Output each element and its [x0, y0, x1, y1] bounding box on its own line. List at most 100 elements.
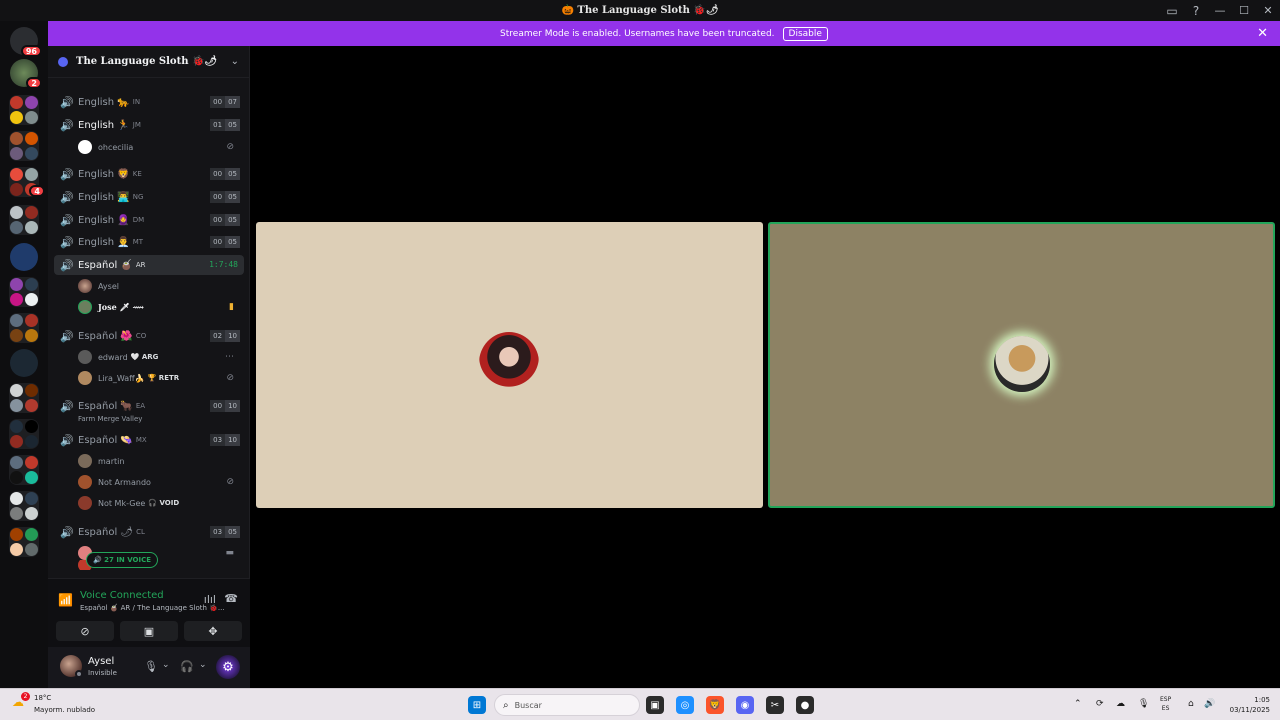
in-voice-pill[interactable]: 🔊 27 IN VOICE	[86, 552, 158, 568]
server-icon[interactable]	[10, 183, 23, 196]
server-icon[interactable]	[25, 384, 38, 397]
discord-icon[interactable]: ◉	[736, 696, 754, 714]
server-icon[interactable]	[25, 492, 38, 505]
voice-user[interactable]: Lira_Waff🍌 🏆 RETR ⊘	[78, 369, 242, 387]
server-icon[interactable]	[10, 456, 23, 469]
server-folder[interactable]	[9, 277, 39, 307]
voice-user[interactable]: Not Armando ⊘	[78, 473, 242, 491]
server-icon[interactable]	[10, 471, 23, 484]
voice-channel[interactable]: 🔊 Español 🌺 CO 02 10	[54, 326, 244, 346]
app-icon[interactable]: ●	[796, 696, 814, 714]
task-view-icon[interactable]: ▣	[646, 696, 664, 714]
chevron-down-icon[interactable]: ⌄	[231, 56, 239, 67]
server-icon[interactable]	[10, 492, 23, 505]
snipping-tool-icon[interactable]: ✂	[766, 696, 784, 714]
server-icon[interactable]: 2	[10, 59, 42, 89]
voice-user[interactable]: ohcecilia ⊘	[78, 138, 242, 156]
voice-channel-active[interactable]: 🔊 Español 🧉 AR 1:7:48	[54, 255, 244, 275]
server-icon[interactable]	[25, 420, 38, 433]
chevron-down-icon[interactable]: ⌄	[199, 660, 207, 670]
microphone-icon[interactable]: 🎙	[1138, 699, 1149, 709]
voice-channel[interactable]: 🔊 Español 🐂 EA 00 10	[54, 396, 244, 416]
server-icon[interactable]	[25, 278, 38, 291]
signal-icon[interactable]: 📶	[58, 593, 73, 607]
server-icon[interactable]	[10, 278, 23, 291]
server-icon[interactable]	[10, 147, 23, 160]
disable-button[interactable]: Disable	[782, 26, 828, 41]
server-folder[interactable]	[9, 527, 39, 557]
user-name[interactable]: Aysel	[88, 656, 114, 667]
help-icon[interactable]: ?	[1184, 0, 1208, 21]
voice-channel[interactable]: 🔊 English 🐆 IN 00 07	[54, 92, 244, 112]
server-folder[interactable]	[9, 313, 39, 343]
server-icon[interactable]	[25, 168, 38, 181]
voice-user[interactable]: Not Mk-Gee 🎧 VOID	[78, 494, 242, 512]
server-icon[interactable]	[25, 543, 38, 556]
participant-tile-speaking[interactable]	[768, 222, 1275, 508]
noise-suppression-icon[interactable]: ılıl	[204, 593, 216, 606]
server-icon[interactable]	[25, 111, 38, 124]
voice-user[interactable]: Jose 🗡 ⟿ ▮	[78, 298, 242, 316]
disconnect-icon[interactable]: ☎	[224, 592, 238, 605]
server-icon[interactable]	[10, 543, 23, 556]
server-icon[interactable]	[10, 349, 38, 377]
server-icon[interactable]	[10, 314, 23, 327]
server-icon[interactable]	[25, 206, 38, 219]
server-folder[interactable]	[9, 95, 39, 125]
browser-icon[interactable]: ◎	[676, 696, 694, 714]
server-icon[interactable]	[25, 221, 38, 234]
server-folder[interactable]	[9, 205, 39, 235]
server-icon[interactable]	[10, 435, 23, 448]
server-icon[interactable]	[25, 147, 38, 160]
server-icon[interactable]	[10, 168, 23, 181]
server-icon[interactable]	[10, 528, 23, 541]
voice-user[interactable]: martin	[78, 452, 242, 470]
microphone-icon[interactable]: 🎙	[144, 660, 158, 673]
server-icon[interactable]	[25, 456, 38, 469]
server-icon[interactable]	[10, 399, 23, 412]
voice-channel[interactable]: 🔊 English 🏃 JM 01 05	[54, 115, 244, 135]
server-icon[interactable]	[10, 293, 23, 306]
server-icon[interactable]	[10, 96, 23, 109]
server-folder[interactable]	[9, 455, 39, 485]
onedrive-icon[interactable]: ☁	[1116, 699, 1125, 709]
weather-desc[interactable]: Mayorm. nublado	[34, 706, 95, 714]
server-icon[interactable]	[25, 435, 38, 448]
server-icon[interactable]	[25, 96, 38, 109]
inbox-icon[interactable]: ▭	[1160, 0, 1184, 21]
server-icon[interactable]	[10, 329, 23, 342]
server-icon[interactable]	[10, 243, 38, 271]
voice-user[interactable]: edward 🤍 ARG ⋯	[78, 348, 242, 366]
voice-channel[interactable]: 🔊 English 🧕 DM 00 05	[54, 210, 244, 230]
maximize-button[interactable]: ☐	[1232, 0, 1256, 21]
system-clock[interactable]: 1:05 03/11/2025	[1230, 695, 1270, 715]
server-icon[interactable]	[25, 329, 38, 342]
volume-icon[interactable]: 🔊	[1204, 699, 1215, 709]
camera-off-button[interactable]: ⊘	[56, 621, 114, 641]
start-button[interactable]: ⊞	[468, 696, 486, 714]
screen-share-button[interactable]: ▣	[120, 621, 178, 641]
server-folder[interactable]	[9, 383, 39, 413]
server-folder[interactable]	[9, 419, 39, 449]
network-icon[interactable]: ⌂	[1188, 699, 1194, 709]
server-icon[interactable]	[25, 132, 38, 145]
home-button[interactable]: 96	[10, 27, 42, 57]
weather-temp[interactable]: 18°C	[34, 694, 51, 702]
participant-tile[interactable]	[256, 222, 763, 508]
voice-connected-label[interactable]: Voice Connected	[80, 590, 164, 601]
voice-channel[interactable]: 🔊 Español 👒 MX 03 10	[54, 430, 244, 450]
server-icon[interactable]	[25, 293, 38, 306]
headphones-icon[interactable]: 🎧	[180, 660, 194, 673]
language-indicator[interactable]: ESP ES	[1160, 695, 1171, 713]
server-icon[interactable]	[10, 132, 23, 145]
voice-channel[interactable]: 🔊 Español 🌶 CL 03 05	[54, 522, 244, 542]
server-icon[interactable]	[25, 399, 38, 412]
server-header[interactable]: The Language Sloth 🐞🌶 ⌄	[48, 46, 249, 78]
server-folder[interactable]	[9, 491, 39, 521]
voice-channel[interactable]: 🔊 English 👨‍💼 MT 00 05	[54, 232, 244, 252]
banner-close-icon[interactable]: ✕	[1257, 26, 1268, 41]
server-icon[interactable]	[10, 420, 23, 433]
chevron-up-icon[interactable]: ⌃	[1074, 699, 1082, 709]
server-icon[interactable]	[10, 384, 23, 397]
server-icon[interactable]	[25, 471, 38, 484]
